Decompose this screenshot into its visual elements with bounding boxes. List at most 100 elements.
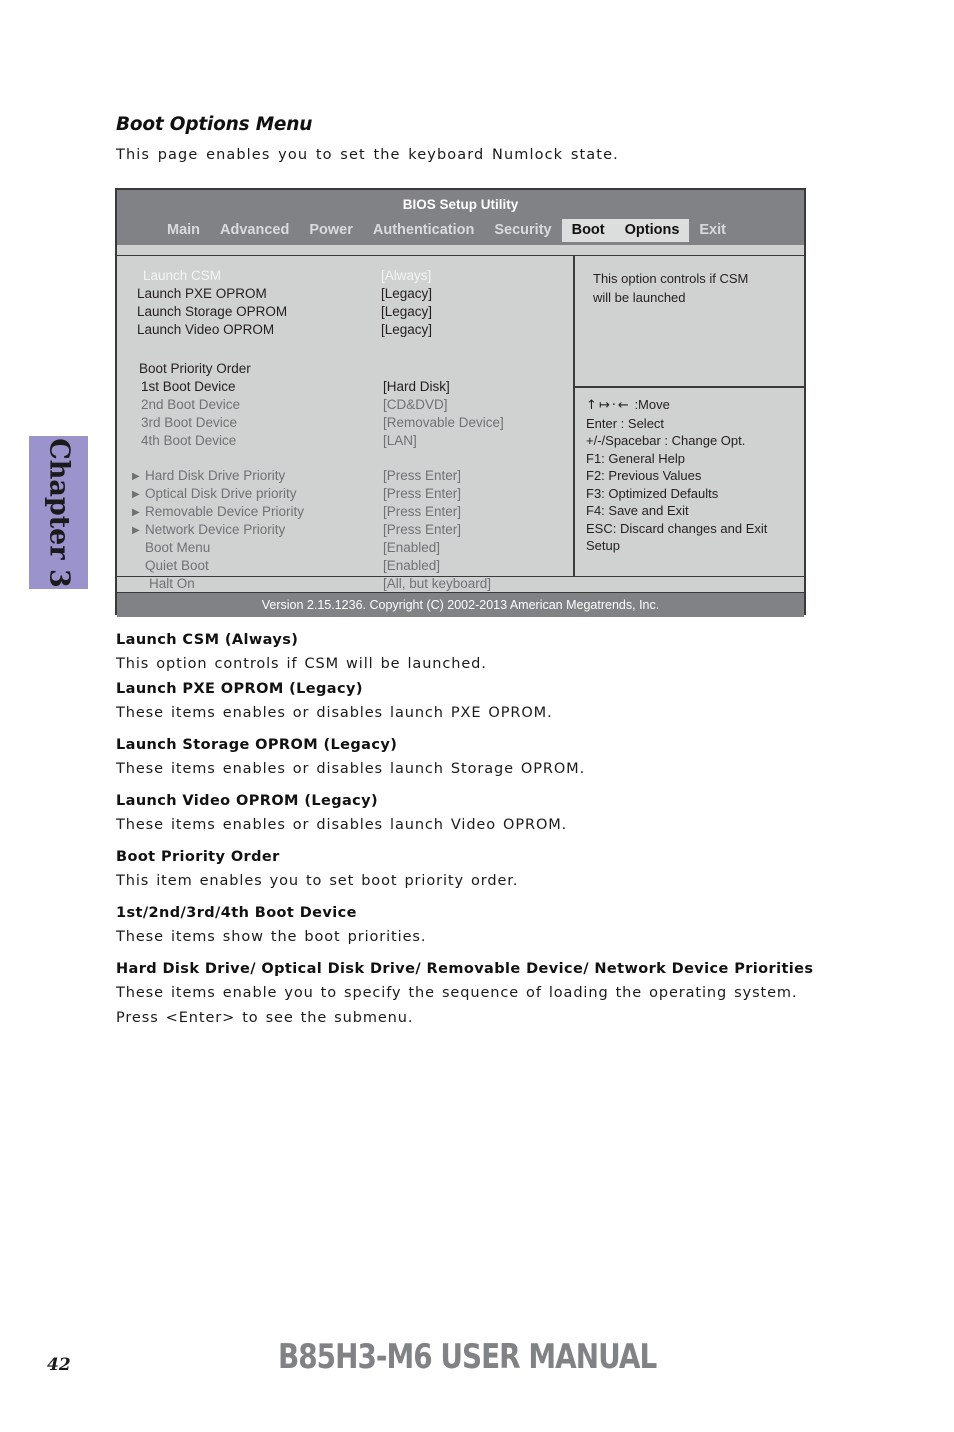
- description-body: These items enable you to specify the se…: [116, 985, 798, 1001]
- option-value: [LAN]: [383, 433, 417, 448]
- bios-submenu-row[interactable]: ▶ Network Device Priority [Press Enter]: [117, 522, 573, 540]
- help-divider: [575, 386, 804, 388]
- option-value: [CD&DVD]: [383, 397, 448, 412]
- option-label: Hard Disk Drive Priority: [145, 468, 286, 483]
- option-value: [Removable Device]: [383, 415, 504, 430]
- bios-option-row[interactable]: Boot Menu [Enabled]: [117, 540, 573, 558]
- bios-option-row[interactable]: Launch Storage OPROM [Legacy]: [117, 304, 573, 322]
- option-label: Removable Device Priority: [145, 504, 305, 519]
- bios-tab-advanced[interactable]: Advanced: [210, 219, 299, 242]
- bios-submenu-row[interactable]: ▶ Hard Disk Drive Priority [Press Enter]: [117, 468, 573, 486]
- page-title: Boot Options Menu: [116, 114, 313, 135]
- option-label: Optical Disk Drive priority: [145, 486, 297, 501]
- arrow-keys-icon: ↑↦·←: [586, 398, 631, 413]
- description-body: These items enables or disables launch V…: [116, 817, 568, 833]
- option-label: 4th Boot Device: [141, 433, 237, 448]
- description-heading: Boot Priority Order: [116, 849, 280, 865]
- description-heading: Launch Storage OPROM (Legacy): [116, 737, 398, 753]
- bios-option-row[interactable]: Launch PXE OPROM [Legacy]: [117, 286, 573, 304]
- bios-tab-authentication[interactable]: Authentication: [363, 219, 485, 242]
- bios-tab-power[interactable]: Power: [299, 219, 363, 242]
- option-label: Launch Video OPROM: [137, 322, 275, 337]
- option-label: 3rd Boot Device: [141, 415, 238, 430]
- bios-version-footer: Version 2.15.1236. Copyright (C) 2002-20…: [117, 593, 804, 617]
- description-heading: Launch PXE OPROM (Legacy): [116, 681, 363, 697]
- bios-setup-screenshot: BIOS Setup Utility Main Advanced Power A…: [115, 188, 806, 617]
- option-label: Launch CSM: [143, 268, 222, 283]
- option-value: [Press Enter]: [383, 522, 462, 537]
- bios-titlebar: BIOS Setup Utility Main Advanced Power A…: [117, 190, 804, 245]
- bios-key-legend: ↑↦·← :Move Enter : Select +/-/Spacebar :…: [586, 396, 798, 555]
- manual-title: B85H3-M6 USER MANUAL: [278, 1337, 657, 1377]
- help-line-1: This option controls if CSM: [593, 271, 749, 286]
- option-label: 2nd Boot Device: [141, 397, 241, 412]
- bios-body: Launch CSM [Always] Launch PXE OPROM [Le…: [117, 256, 804, 591]
- description-body: These items enables or disables launch P…: [116, 705, 553, 721]
- bios-option-row[interactable]: 4th Boot Device [LAN]: [117, 433, 573, 451]
- key-legend-enter: Enter : Select: [586, 415, 665, 431]
- triangle-right-icon: ▶: [132, 489, 140, 500]
- bios-help-text: This option controls if CSM will be laun…: [593, 270, 794, 307]
- bios-tab-options[interactable]: Options: [614, 219, 690, 242]
- option-label: Launch PXE OPROM: [137, 286, 267, 301]
- key-legend-esc: ESC: Discard changes and Exit: [586, 520, 768, 536]
- option-value: [Legacy]: [381, 322, 433, 337]
- description-block: Launch Video OPROM (Legacy) These items …: [116, 789, 816, 838]
- bios-tab-security[interactable]: Security: [484, 219, 561, 242]
- description-body: This option controls if CSM will be laun…: [116, 656, 487, 672]
- bios-option-row[interactable]: Halt On [All, but keyboard]: [117, 576, 573, 594]
- triangle-right-icon: ▶: [132, 507, 140, 518]
- description-heading: Launch Video OPROM (Legacy): [116, 793, 379, 809]
- key-legend-move-label: :Move: [634, 397, 670, 412]
- bios-option-row[interactable]: 2nd Boot Device [CD&DVD]: [117, 397, 573, 415]
- chapter-tab-label: Chapter 3: [43, 437, 74, 588]
- bios-help-pane: This option controls if CSM will be laun…: [575, 256, 804, 576]
- key-legend-f2: F2: Previous Values: [586, 468, 702, 483]
- description-block: Launch CSM (Always) This option controls…: [116, 628, 816, 677]
- option-value: [Enabled]: [383, 540, 441, 555]
- bios-option-row[interactable]: 1st Boot Device [Hard Disk]: [117, 379, 573, 397]
- description-block: Launch Storage OPROM (Legacy) These item…: [116, 733, 816, 782]
- option-label: Boot Priority Order: [139, 361, 251, 376]
- page-number: 42: [47, 1355, 71, 1375]
- bios-tab-boot[interactable]: Boot: [561, 219, 615, 242]
- bios-submenu-row[interactable]: ▶ Removable Device Priority [Press Enter…: [117, 504, 573, 522]
- option-value: [All, but keyboard]: [383, 576, 492, 591]
- option-value: [Press Enter]: [383, 486, 462, 501]
- bios-option-row[interactable]: 3rd Boot Device [Removable Device]: [117, 415, 573, 433]
- triangle-right-icon: ▶: [132, 471, 140, 482]
- option-value: [Always]: [381, 268, 432, 283]
- key-legend-f4: F4: Save and Exit: [586, 503, 689, 518]
- key-legend-f1: F1: General Help: [586, 450, 685, 466]
- key-legend-move: ↑↦·← :Move: [586, 396, 798, 415]
- option-label: Halt On: [149, 576, 195, 591]
- option-value: [Legacy]: [381, 304, 433, 319]
- bios-option-row[interactable]: Launch Video OPROM [Legacy]: [117, 322, 573, 340]
- description-block: Launch PXE OPROM (Legacy) These items en…: [116, 677, 816, 726]
- bios-submenu-row[interactable]: ▶ Optical Disk Drive priority [Press Ent…: [117, 486, 573, 504]
- description-block: Boot Priority Order This item enables yo…: [116, 845, 816, 894]
- description-body-cont: Press <Enter> to see the submenu.: [116, 1010, 414, 1026]
- chapter-tab: Chapter 3: [29, 436, 88, 589]
- option-label: Boot Menu: [145, 540, 211, 555]
- option-value: [Press Enter]: [383, 468, 462, 483]
- option-value: [Enabled]: [383, 558, 441, 573]
- option-label: 1st Boot Device: [141, 379, 236, 394]
- help-line-2: will be launched: [593, 289, 686, 305]
- key-legend-f3: F3: Optimized Defaults: [586, 485, 719, 501]
- description-heading: Hard Disk Drive/ Optical Disk Drive/ Rem…: [116, 961, 814, 977]
- bios-option-row[interactable]: Quiet Boot [Enabled]: [117, 558, 573, 576]
- bios-tab-main[interactable]: Main: [157, 219, 210, 242]
- description-body: These items enables or disables launch S…: [116, 761, 586, 777]
- bios-option-row[interactable]: Launch CSM [Always]: [117, 268, 573, 286]
- bios-options-pane: Launch CSM [Always] Launch PXE OPROM [Le…: [117, 256, 575, 591]
- bios-subbar-divider: [117, 245, 804, 256]
- option-value: [Hard Disk]: [383, 379, 450, 394]
- description-heading: Launch CSM (Always): [116, 632, 299, 648]
- bios-tab-exit[interactable]: Exit: [689, 219, 736, 242]
- option-value: [Press Enter]: [383, 504, 462, 519]
- option-label: Network Device Priority: [145, 522, 286, 537]
- option-label: Quiet Boot: [145, 558, 209, 573]
- description-body: These items show the boot priorities.: [116, 929, 427, 945]
- triangle-right-icon: ▶: [132, 525, 140, 536]
